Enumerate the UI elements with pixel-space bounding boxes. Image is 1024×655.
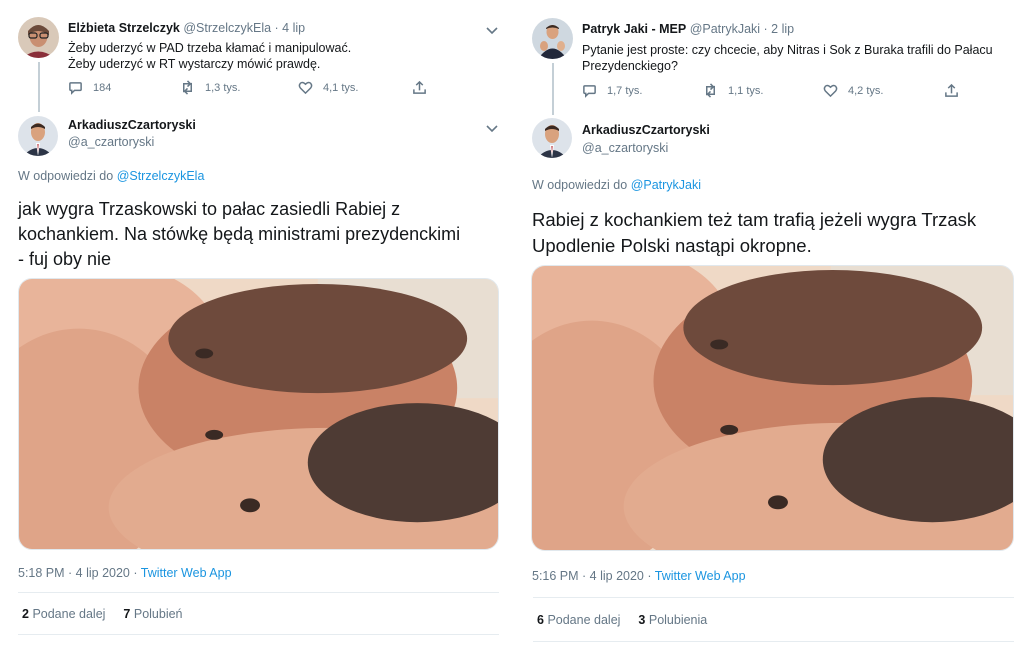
like-label: Polubień: [133, 607, 183, 621]
tweet-date[interactable]: 4 lip: [282, 21, 305, 35]
avatar[interactable]: [18, 116, 58, 156]
meta-separator: ·: [271, 21, 283, 35]
text-line: Upodlenie Polski nastąpi okropne.: [532, 235, 812, 256]
reply-icon: [69, 82, 82, 95]
retweet-number: 6: [537, 613, 544, 627]
tweet-text: Rabiej z kochankiem też tam trafią jeżel…: [532, 207, 976, 259]
author-name[interactable]: Elżbieta Strzelczyk: [68, 21, 180, 35]
tweet-timestamp: 5:16 PM · 4 lip 2020 · Twitter Web App: [532, 569, 746, 583]
like-number: 3: [638, 613, 646, 627]
divider: [18, 634, 499, 635]
parent-tweet[interactable]: Patryk Jaki - MEP @PatrykJaki · 2 lip Py…: [515, 0, 1024, 115]
share-icon: [945, 83, 958, 97]
retweet-button[interactable]: 1,1 tys.: [703, 83, 763, 98]
text-line: Żeby uderzyć w PAD trzeba kłamać i manip…: [68, 41, 352, 55]
parent-tweet[interactable]: Elżbieta Strzelczyk @StrzelczykEla · 4 l…: [0, 0, 512, 112]
author-name[interactable]: Patryk Jaki - MEP: [582, 22, 686, 36]
like-count: 4,2 tys.: [848, 84, 884, 97]
thread-line: [38, 62, 40, 112]
likes-stat[interactable]: 3 Polubienia: [638, 613, 707, 627]
text-line: Żeby uderzyć w RT wystarczy mówić prawdę…: [68, 57, 321, 71]
replying-to: W odpowiedzi do @StrzelczykEla: [18, 169, 204, 183]
divider: [533, 597, 1014, 598]
parent-text: Żeby uderzyć w PAD trzeba kłamać i manip…: [68, 40, 498, 72]
replying-to-link[interactable]: @StrzelczykEla: [117, 169, 205, 183]
author-handle[interactable]: @PatrykJaki: [690, 22, 760, 36]
avatar[interactable]: [532, 18, 573, 59]
parent-header: Elżbieta Strzelczyk @StrzelczykEla · 4 l…: [68, 21, 305, 35]
reply-button[interactable]: 184: [68, 80, 111, 95]
text-line: - fuj oby nie: [18, 249, 112, 269]
reply-count: 1,7 tys.: [607, 84, 643, 97]
likes-stat[interactable]: 7 Polubień: [123, 607, 182, 621]
replying-prefix: W odpowiedzi do: [18, 169, 114, 183]
parent-header: Patryk Jaki - MEP @PatrykJaki · 2 lip: [582, 22, 794, 36]
action-bar: 184 1,3 tys. 4,1 tys.: [68, 80, 438, 98]
action-bar: 1,7 tys. 1,1 tys. 4,2 tys.: [582, 83, 958, 101]
retweet-icon: [183, 80, 192, 95]
text-line: kochankiem. Na stówkę będą ministrami pr…: [18, 224, 461, 244]
like-count: 4,1 tys.: [323, 81, 359, 94]
reply-button[interactable]: 1,7 tys.: [582, 83, 642, 98]
retweet-icon: [706, 83, 715, 98]
like-icon: [298, 81, 313, 95]
reply-author-handle[interactable]: @a_czartoryski: [582, 141, 668, 155]
like-number: 7: [123, 607, 131, 621]
retweets-stat[interactable]: 6 Podane dalej: [537, 613, 620, 627]
like-label: Polubienia: [648, 613, 708, 627]
reply-icon: [583, 85, 596, 98]
parent-text: Pytanie jest proste: czy chcecie, aby Ni…: [582, 42, 1012, 74]
chevron-down-icon[interactable]: [486, 120, 500, 133]
text-line: Rabiej z kochankiem też tam trafią jeżel…: [532, 209, 977, 230]
tweet-time[interactable]: 5:16 PM · 4 lip 2020 ·: [532, 569, 655, 583]
share-button[interactable]: [412, 80, 427, 95]
retweet-number: 2: [22, 607, 29, 621]
tweet-photo[interactable]: [531, 265, 1014, 551]
author-handle[interactable]: @StrzelczykEla: [183, 21, 271, 35]
engagement-stats: 2 Podane dalej 7 Polubień: [22, 607, 183, 621]
chevron-down-icon[interactable]: [486, 22, 500, 35]
divider: [533, 641, 1014, 642]
tweet-timestamp: 5:18 PM · 4 lip 2020 · Twitter Web App: [18, 566, 232, 580]
share-button[interactable]: [944, 83, 959, 98]
text-line: Pytanie jest proste: czy chcecie, aby Ni…: [582, 43, 993, 57]
engagement-stats: 6 Podane dalej 3 Polubienia: [537, 613, 707, 627]
retweet-label: Podane dalej: [547, 613, 621, 627]
avatar[interactable]: [18, 17, 59, 58]
reply-author-name[interactable]: ArkadiuszCzartoryski: [582, 123, 710, 137]
reply-author-name[interactable]: ArkadiuszCzartoryski: [68, 118, 196, 132]
tweet-thread-left: Elżbieta Strzelczyk @StrzelczykEla · 4 l…: [0, 0, 512, 655]
tweet-source[interactable]: Twitter Web App: [655, 569, 746, 583]
thread-line: [552, 63, 554, 115]
retweet-button[interactable]: 1,3 tys.: [180, 80, 240, 95]
text-line: Prezydenckiego?: [582, 59, 678, 73]
replying-to-link[interactable]: @PatrykJaki: [631, 178, 701, 192]
meta-separator: ·: [760, 22, 772, 36]
divider: [18, 592, 499, 593]
tweet-photo[interactable]: [18, 278, 499, 550]
tweet-source[interactable]: Twitter Web App: [141, 566, 232, 580]
share-icon: [413, 80, 426, 94]
tweet-text: jak wygra Trzaskowski to pałac zasiedli …: [18, 197, 460, 272]
replying-prefix: W odpowiedzi do: [532, 178, 628, 192]
retweet-label: Podane dalej: [32, 607, 106, 621]
tweet-time[interactable]: 5:18 PM · 4 lip 2020 ·: [18, 566, 141, 580]
like-button[interactable]: 4,1 tys.: [298, 80, 358, 95]
replying-to: W odpowiedzi do @PatrykJaki: [532, 178, 701, 192]
text-line: jak wygra Trzaskowski to pałac zasiedli …: [18, 199, 401, 219]
retweets-stat[interactable]: 2 Podane dalej: [22, 607, 105, 621]
like-icon: [823, 84, 838, 98]
reply-count: 184: [93, 81, 112, 94]
retweet-count: 1,3 tys.: [205, 81, 241, 94]
retweet-count: 1,1 tys.: [728, 84, 764, 97]
tweet-date[interactable]: 2 lip: [771, 22, 794, 36]
tweet-thread-right: Patryk Jaki - MEP @PatrykJaki · 2 lip Py…: [515, 0, 1024, 655]
avatar[interactable]: [532, 118, 572, 158]
reply-author-handle[interactable]: @a_czartoryski: [68, 135, 154, 149]
like-button[interactable]: 4,2 tys.: [823, 83, 883, 98]
